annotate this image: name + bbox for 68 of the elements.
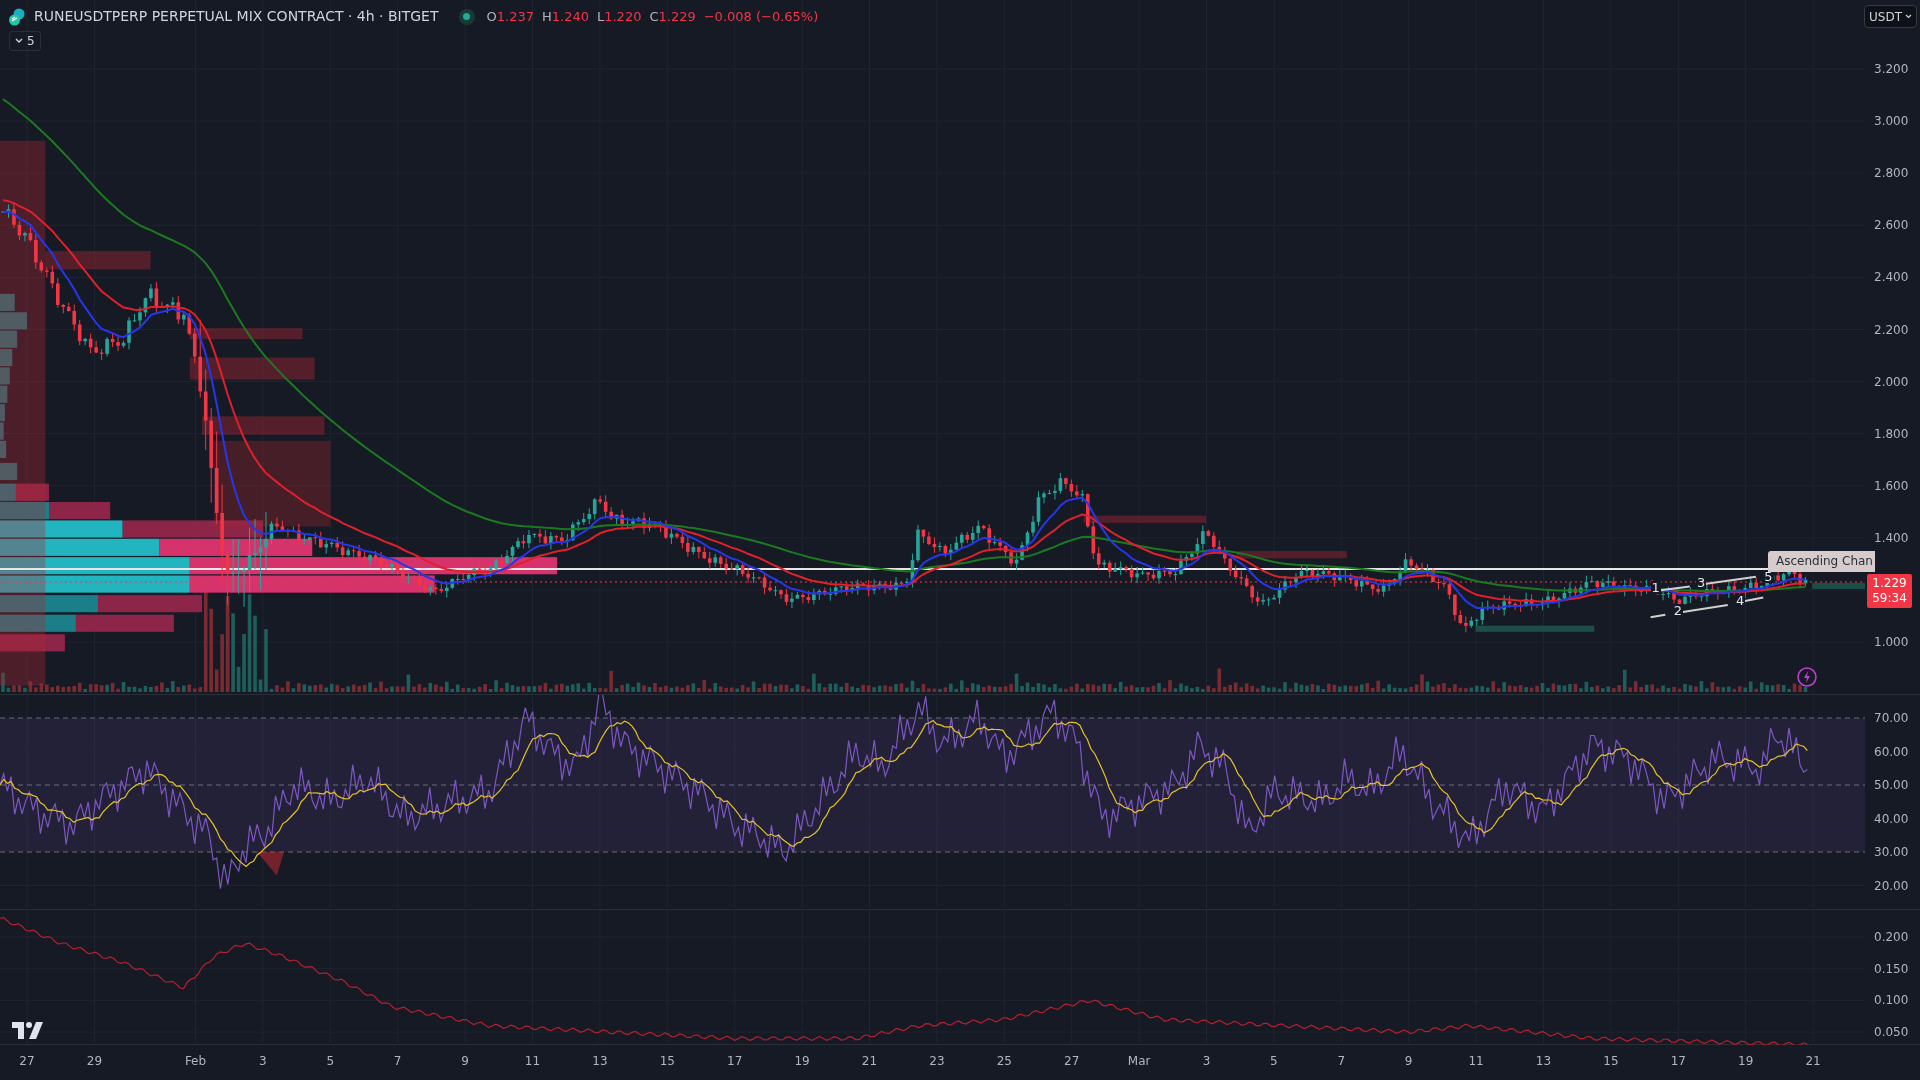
time-axis-label: 21 [861, 1055, 878, 1067]
chevron-down-icon [1905, 14, 1912, 19]
time-axis-label: Feb [184, 1055, 207, 1067]
time-axis-label: 3 [259, 1055, 267, 1067]
time-axis-label: 27 [19, 1055, 35, 1067]
time-axis-label: 21 [1805, 1055, 1821, 1067]
price-change: −0.008 (−0.65%) [703, 7, 819, 26]
ohlc-value: O1.237 [486, 7, 534, 26]
time-axis-label: 17 [1670, 1055, 1686, 1067]
wave-label: 4 [1735, 594, 1746, 608]
price-axis-label: 3.000 [1874, 115, 1909, 128]
price-axis-label: 1.000 [1874, 636, 1909, 649]
time-axis-label: 13 [1535, 1055, 1552, 1067]
time-axis-label: 9 [1404, 1055, 1413, 1067]
chevron-down-icon [15, 38, 23, 44]
time-axis-label: 19 [1738, 1055, 1754, 1067]
wave-label: 2 [1672, 604, 1683, 618]
time-axis-label: 11 [1468, 1055, 1484, 1067]
currency-button[interactable]: USDT [1864, 5, 1917, 28]
time-axis-label: 5 [1270, 1055, 1278, 1067]
price-axis-label: 2.800 [1874, 167, 1909, 180]
symbol-title: RUNEUSDTPERP PERPETUAL MIX CONTRACT · 4h · BITGET [34, 7, 439, 26]
rsi-axis-label: 40.00 [1874, 812, 1909, 825]
time-axis-label: 3 [1202, 1055, 1211, 1067]
rsi-axis-label: 20.00 [1874, 879, 1909, 892]
time-axis-label: 23 [929, 1055, 945, 1067]
price-axis-label: 2.600 [1874, 219, 1909, 232]
price-axis-label: 2.000 [1874, 375, 1909, 388]
indicators-toggle-button[interactable]: 5 [9, 31, 41, 51]
wave-label: 3 [1695, 576, 1707, 590]
lightning-icon [1797, 667, 1817, 687]
time-axis-label: 15 [1603, 1055, 1619, 1067]
time-axis-label: 25 [996, 1055, 1012, 1067]
time-axis-label: 19 [794, 1055, 810, 1067]
time-axis-label: 27 [1064, 1055, 1080, 1067]
time-axis-label: 17 [727, 1055, 743, 1067]
coin-logo-icon [8, 7, 26, 26]
price-axis-label: 2.200 [1874, 323, 1909, 336]
tradingview-logo [12, 1022, 44, 1039]
rsi-axis-label: 30.00 [1874, 846, 1909, 858]
price-axis-label: 1.600 [1874, 479, 1909, 492]
last-price: 1.229 [1872, 576, 1907, 591]
rsi-axis-label: 70.00 [1874, 712, 1909, 724]
ohlc-value: L1.220 [596, 7, 642, 26]
time-axis-label: 7 [1337, 1055, 1346, 1067]
bar-countdown: 59:34 [1872, 591, 1907, 606]
rsi-axis-label: 60.00 [1874, 745, 1909, 758]
oscillator-axis-label: 0.150 [1874, 962, 1909, 975]
price-axis-label: 2.400 [1874, 271, 1909, 284]
ohlc-value: H1.240 [541, 7, 589, 26]
ohlc-value: C1.229 [649, 7, 696, 26]
time-axis-label: Mar [1127, 1055, 1151, 1067]
time-axis-label: 11 [524, 1055, 541, 1067]
channel-label: Ascending Chan [1768, 551, 1875, 572]
time-axis-label: 15 [659, 1055, 675, 1067]
wave-label: 1 [1650, 580, 1661, 594]
time-axis-label: 29 [86, 1055, 103, 1067]
time-axis-label: 13 [592, 1055, 608, 1067]
time-axis-label: 5 [326, 1055, 335, 1067]
price-axis-label: 1.400 [1874, 531, 1909, 544]
time-axis-label: 9 [461, 1055, 469, 1067]
price-axis-label: 1.800 [1874, 427, 1909, 440]
rsi-axis-label: 50.00 [1874, 779, 1909, 791]
oscillator-axis-label: 0.050 [1874, 1026, 1909, 1039]
oscillator-axis-label: 0.200 [1874, 931, 1909, 943]
price-axis-label: 3.200 [1874, 63, 1909, 75]
oscillator-axis-label: 0.100 [1874, 994, 1909, 1007]
time-axis-label: 7 [393, 1055, 402, 1067]
